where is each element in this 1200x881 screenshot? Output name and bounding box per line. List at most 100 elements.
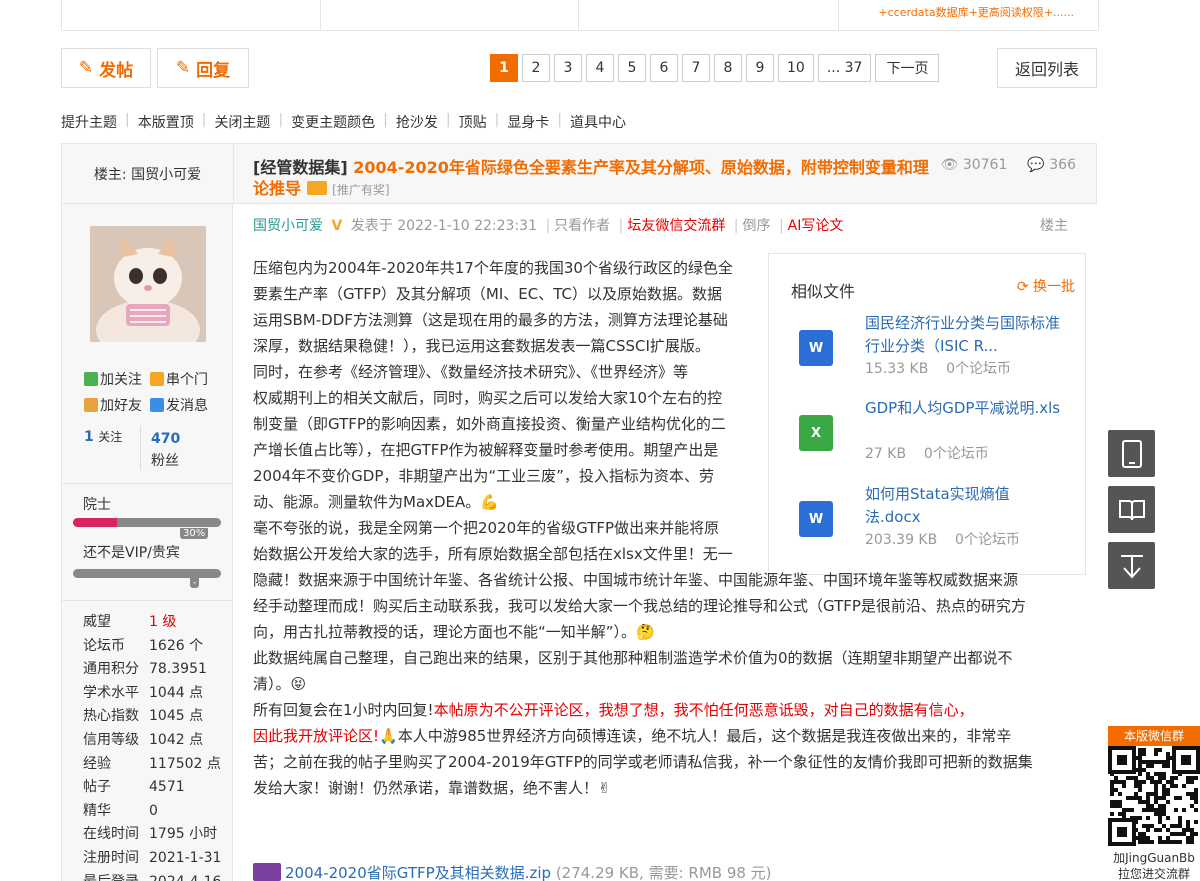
wechat-group-link[interactable]: 坛友微信交流群 — [627, 218, 725, 234]
reply-label: 回复 — [196, 60, 231, 81]
mod-tool[interactable]: 提升主题 — [61, 112, 125, 132]
divider — [838, 0, 839, 30]
promo-link[interactable]: +ccerdata数据库+更高阅读权限+...... — [878, 4, 1074, 20]
mod-tool[interactable]: 显身卡 — [499, 112, 557, 132]
user-stat-row: 信用等级 1042 点 — [83, 729, 203, 749]
avatar[interactable] — [90, 226, 206, 342]
user-stat-label: 热心指数 — [83, 708, 139, 725]
visit-link[interactable]: 串个门 — [150, 369, 208, 389]
mod-tool[interactable]: 顶贴 — [451, 112, 495, 132]
user-stat-row: 帖子 4571 — [83, 776, 185, 796]
views-count: 30761 — [962, 157, 1008, 173]
post-author[interactable]: 国贸小可爱 — [253, 218, 323, 234]
user-stat-label: 通用积分 — [83, 661, 139, 678]
user-stat-value: 117502 点 — [149, 755, 221, 772]
page-7[interactable]: 7 — [682, 54, 710, 82]
pagination: 1 2 3 4 5 6 7 8 9 10 ... 37 下一页 — [490, 54, 940, 82]
page-last[interactable]: ... 37 — [817, 54, 872, 82]
replies-stat: 💬 366 — [1027, 157, 1076, 173]
following-stat[interactable]: 1 关注 — [84, 428, 122, 445]
user-stat-label: 论坛币 — [83, 637, 125, 654]
visit-label: 串个门 — [166, 372, 208, 388]
emoji-icon: 🙏 — [379, 727, 398, 745]
divider — [62, 600, 232, 601]
attachment: 2004-2020省际GTFP及其相关数据.zip (274.29 KB, 需要… — [253, 862, 772, 881]
user-stat-value: 1042 点 — [149, 732, 204, 748]
fans-label: 粉丝 — [151, 453, 179, 469]
body-text: 苦；之前在我的帖子里购买了2004-2019年GTFP的同学或老师请私信我，补一… — [253, 753, 1033, 771]
new-post-button[interactable]: ✎ 发帖 — [61, 48, 151, 88]
read-mode-button[interactable] — [1108, 486, 1155, 533]
reply-note: 所有回复会在1小时内回复! — [253, 701, 434, 719]
body-line: 隐藏！数据来源于中国统计年鉴、各省统计公报、中国城市统计年鉴、中国能源年鉴、中国… — [253, 571, 1019, 589]
body-line: 经手动整理而成！购买后主动联系我，我可以发给大家一个我总结的理论推导和公式（GT… — [253, 597, 1026, 615]
user-stat-row: 学术水平 1044 点 — [83, 682, 203, 702]
next-page-button[interactable]: 下一页 — [875, 54, 940, 82]
mod-tool[interactable]: 变更主题颜色 — [283, 112, 383, 132]
attachment-link[interactable]: 2004-2020省际GTFP及其相关数据.zip — [285, 864, 551, 881]
mod-tool[interactable]: 道具中心 — [562, 112, 634, 132]
mobile-view-button[interactable] — [1108, 430, 1155, 477]
eye-icon: 👁 — [940, 157, 959, 173]
page-10[interactable]: 10 — [778, 54, 814, 82]
following-label: 关注 — [98, 430, 123, 444]
body-line: 同时，在参考《经济管理》、《数量经济技术研究》、《世界经济》等 — [253, 363, 689, 381]
thread-header: 楼主: 国贸小可爱 [经管数据集] 2004-2020年省际绿色全要素生产率及其… — [61, 143, 1097, 204]
user-stat-label: 信用等级 — [83, 732, 139, 748]
replies-count: 366 — [1049, 157, 1076, 173]
user-stat-value: 4571 — [149, 779, 185, 796]
page-9[interactable]: 9 — [746, 54, 774, 82]
body-line: 始数据公开发给大家的选手，所有原始数据全部包括在xlsx文件里！无一 — [253, 545, 733, 563]
qr-title: 本版微信群 — [1108, 726, 1200, 746]
vip-status[interactable]: 还不是VIP/贵宾 — [83, 542, 180, 562]
divider — [62, 483, 232, 484]
page-6[interactable]: 6 — [650, 54, 678, 82]
user-stat-row: 精华 0 — [83, 800, 158, 820]
user-sidebar: 加关注 串个门 加好友 发消息 1 关注 470 粉丝 院士 30% 还不是VIP… — [61, 204, 233, 881]
user-stat-value: 0 — [149, 802, 158, 819]
handshake-icon — [84, 398, 98, 412]
user-stat-label: 经验 — [83, 755, 111, 772]
user-stat-row: 威望 1 级 — [83, 611, 176, 631]
page-8[interactable]: 8 — [714, 54, 742, 82]
page-2[interactable]: 2 — [522, 54, 550, 82]
user-stat-row: 在线时间 1795 小时 — [83, 823, 217, 843]
mod-tool[interactable]: 本版置顶 — [130, 112, 202, 132]
new-post-label: 发帖 — [99, 60, 134, 81]
fans-stat[interactable]: 470 粉丝 — [151, 428, 180, 472]
reverse-order-link[interactable]: 倒序 — [743, 218, 771, 234]
add-friend-link[interactable]: 加好友 — [84, 395, 142, 415]
op-label: 楼主: 国贸小可爱 — [62, 144, 234, 203]
rank-progress-label: 30% — [180, 528, 209, 539]
emoji-icon: ✌ — [598, 779, 611, 797]
zip-file-icon — [253, 863, 281, 881]
only-author-link[interactable]: 只看作者 — [554, 218, 610, 234]
user-stat-value: 1795 小时 — [149, 826, 218, 843]
phone-icon — [1121, 439, 1142, 468]
page-3[interactable]: 3 — [554, 54, 582, 82]
message-link[interactable]: 发消息 — [150, 395, 208, 415]
divider — [320, 0, 321, 30]
post-body: 压缩包内为2004年-2020年共17个年度的我国30个省级行政区的绿色全 要素生… — [253, 255, 1073, 801]
thread-category[interactable]: [经管数据集] — [253, 158, 348, 177]
user-stat-value: 1044 点 — [149, 684, 204, 701]
emoji-icon: 💪 — [480, 493, 499, 511]
back-to-list-button[interactable]: 返回列表 — [997, 48, 1097, 88]
ai-paper-link[interactable]: AI写论文 — [788, 218, 844, 234]
scroll-bottom-button[interactable] — [1108, 542, 1155, 589]
body-line: 向，用古扎拉蒂教授的话，理论方面也不能“一知半解”）。🤔 — [253, 623, 655, 641]
follow-link[interactable]: 加关注 — [84, 369, 142, 389]
mod-tool[interactable]: 关闭主题 — [206, 112, 278, 132]
reply-button[interactable]: ✎ 回复 — [157, 48, 249, 88]
mod-tool[interactable]: 抢沙发 — [388, 112, 446, 132]
message-label: 发消息 — [166, 398, 208, 414]
page-4[interactable]: 4 — [586, 54, 614, 82]
user-stat-row: 论坛币 1626 个 — [83, 635, 203, 655]
body-line: 制变量（即GTFP的影响因素，如外商直接投资、衡量产业结构优化的二 — [253, 415, 726, 433]
thread-stats: 👁 30761 💬 366 — [941, 157, 1076, 173]
body-line: 运用SBM-DDF方法测算（这是现在用的最多的方法，测算方法理论基础 — [253, 311, 728, 329]
page-1[interactable]: 1 — [490, 54, 518, 82]
rank-progress-bar — [73, 518, 221, 527]
page-5[interactable]: 5 — [618, 54, 646, 82]
user-stat-row: 通用积分 78.3951 — [83, 658, 207, 678]
